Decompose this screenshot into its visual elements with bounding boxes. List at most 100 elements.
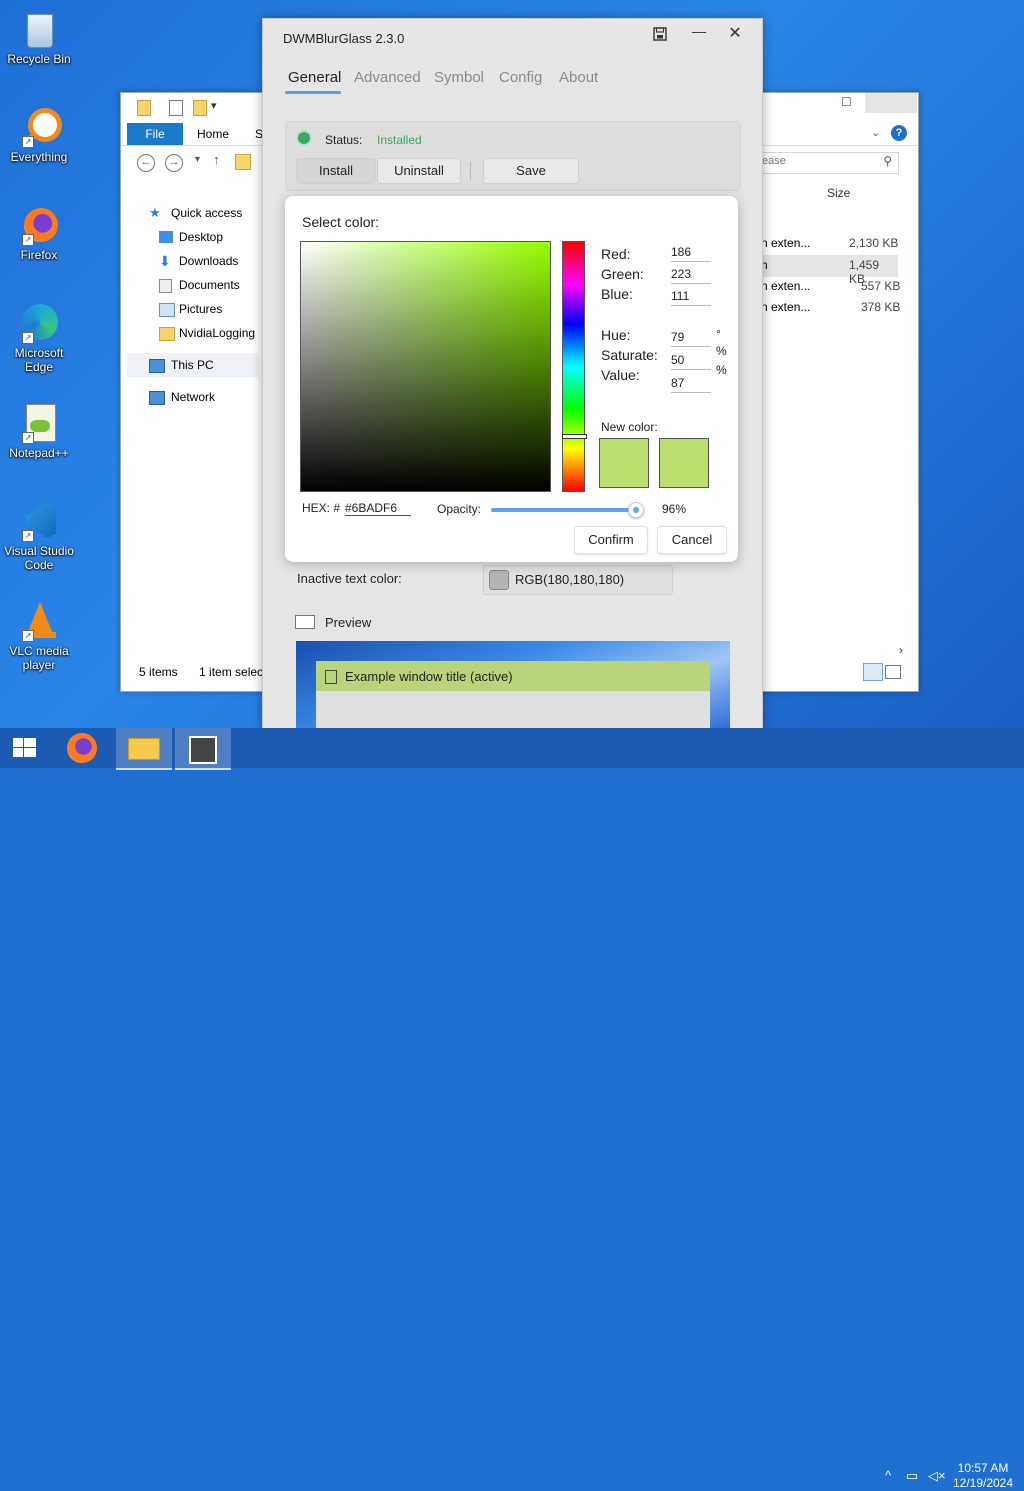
taskbar-dwmblurglass[interactable] (175, 728, 231, 770)
install-button[interactable]: Install (296, 158, 376, 184)
red-input[interactable]: 186 (671, 244, 711, 262)
ribbon-tab-file[interactable]: File (127, 123, 183, 145)
details-view-icon[interactable] (863, 663, 883, 681)
desktop-icon-vlc[interactable]: ↗ VLC media player (2, 600, 76, 672)
desktop: Recycle Bin ↗ Everything ↗ Firefox ↗ Mic… (0, 0, 1024, 732)
window-title: DWMBlurGlass 2.3.0 (283, 31, 405, 46)
back-icon[interactable]: ← (137, 154, 155, 172)
tab-symbol[interactable]: Symbol (434, 69, 484, 86)
volume-muted-icon[interactable]: ◁× (928, 1468, 946, 1484)
hue-slider[interactable] (562, 241, 585, 492)
value-label: Value: (601, 367, 640, 383)
saturate-label: Saturate: (601, 347, 658, 363)
uninstall-button[interactable]: Uninstall (377, 158, 461, 184)
confirm-button[interactable]: Confirm (574, 526, 648, 554)
navigation-pane: ★ Quick access Desktop ⬇ Downloads Docum… (127, 201, 259, 409)
clock-date: 12/19/2024 (952, 1476, 1014, 1490)
pictures-icon (159, 303, 175, 317)
desktop-icon-label: Microsoft Edge (14, 346, 64, 374)
active-tab-indicator (285, 91, 341, 94)
desktop-icon-firefox[interactable]: ↗ Firefox (2, 204, 76, 262)
window-app-icon (325, 670, 337, 684)
start-button[interactable] (0, 728, 56, 768)
value-input[interactable]: 87 (671, 375, 711, 393)
recycle-bin-icon (18, 8, 60, 50)
green-input[interactable]: 223 (671, 266, 711, 284)
recent-chevron-icon[interactable]: ▾ (195, 154, 200, 165)
desktop-icon-everything[interactable]: ↗ Everything (2, 106, 76, 164)
opacity-slider-handle[interactable] (628, 502, 644, 518)
desktop-icon-label: Notepad++ (9, 446, 69, 460)
tree-item-quick-access[interactable]: ★ Quick access (127, 201, 259, 225)
close-icon[interactable]: ✕ (725, 23, 745, 43)
large-icons-view-icon[interactable] (885, 665, 901, 679)
tree-item-nvidialogging[interactable]: NvidiaLogging (127, 321, 259, 345)
hue-label: Hue: (601, 327, 631, 343)
file-size-cell: 2,130 KB (849, 236, 899, 250)
button-divider (470, 162, 471, 180)
hex-input[interactable]: #6BADF6 (345, 501, 411, 516)
tree-item-pictures[interactable]: Pictures (127, 297, 259, 321)
desktop-icon-recycle-bin[interactable]: Recycle Bin (2, 8, 76, 66)
show-hidden-icons-chevron-icon[interactable]: ^ (880, 1468, 896, 1484)
up-icon[interactable]: ↑ (213, 152, 220, 167)
blue-label: Blue: (601, 286, 633, 302)
tree-item-documents[interactable]: Documents (127, 273, 259, 297)
hex-label: HEX: # (302, 501, 341, 515)
taskbar-firefox[interactable] (56, 728, 112, 768)
tree-item-label: Quick access (171, 206, 243, 220)
new-color-label: New color: (601, 420, 658, 434)
folder-icon (128, 738, 160, 760)
desktop-icon-vscode[interactable]: ↗ Visual Studio Code (2, 500, 76, 572)
network-icon[interactable]: ▭ (904, 1468, 920, 1484)
saturate-input[interactable]: 50 (671, 352, 711, 370)
saturation-value-area[interactable] (300, 241, 551, 492)
save-icon[interactable] (653, 27, 667, 41)
tree-item-this-pc[interactable]: This PC (127, 353, 259, 377)
ribbon-tab-home[interactable]: Home (197, 127, 229, 141)
color-picker-dialog[interactable]: Select color: Red: 186 Green: 223 Blue: … (285, 196, 738, 562)
blue-input[interactable]: 111 (671, 288, 711, 306)
minimize-icon[interactable]: — (689, 23, 709, 43)
preview-window-title: Example window title (active) (345, 669, 513, 684)
folder-icon (137, 100, 151, 116)
hue-input[interactable]: 79 (671, 329, 711, 347)
desktop-icon-edge[interactable]: ↗ Microsoft Edge (2, 302, 76, 374)
desktop-icon-notepadpp[interactable]: ↗ Notepad++ (2, 402, 76, 460)
inactive-color-value: RGB(180,180,180) (515, 572, 625, 587)
tab-config[interactable]: Config (499, 69, 542, 86)
cancel-button[interactable]: Cancel (657, 526, 727, 554)
value-unit: % (716, 363, 727, 377)
notepadpp-icon: ↗ (18, 402, 60, 444)
hue-slider-handle[interactable] (562, 434, 587, 439)
star-icon: ★ (149, 205, 161, 220)
download-arrow-icon: ⬇ (159, 253, 171, 269)
vscode-icon: ↗ (18, 500, 60, 542)
file-list-visible-part: n exten... 2,130 KB n 1,459 KB n exten..… (761, 93, 918, 691)
desktop-folder-icon (159, 231, 173, 243)
scroll-right-icon[interactable]: › (899, 643, 903, 657)
chevron-down-icon[interactable]: ▾ (211, 99, 217, 112)
tree-item-label: NvidiaLogging (179, 326, 256, 340)
status-label: Status: (325, 133, 363, 147)
tab-about[interactable]: About (559, 69, 598, 86)
clock[interactable]: 10:57 AM 12/19/2024 (952, 1461, 1014, 1491)
taskbar-file-explorer[interactable] (116, 728, 172, 770)
new-color-swatch (659, 438, 709, 488)
red-label: Red: (601, 246, 631, 262)
file-type-cell: n exten... (761, 236, 811, 250)
save-button[interactable]: Save (483, 158, 579, 184)
tab-general[interactable]: General (288, 69, 341, 86)
tree-item-network[interactable]: Network (127, 385, 259, 409)
properties-icon[interactable] (169, 100, 183, 116)
inactive-text-color-label: Inactive text color: (297, 571, 402, 586)
tree-item-label: Downloads (179, 254, 239, 268)
tree-item-desktop[interactable]: Desktop (127, 225, 259, 249)
forward-icon[interactable]: → (165, 154, 183, 172)
tree-item-downloads[interactable]: ⬇ Downloads (127, 249, 259, 273)
green-label: Green: (601, 266, 644, 282)
table-row-selected[interactable]: n 1,459 KB (761, 255, 898, 286)
new-folder-icon[interactable] (193, 100, 207, 116)
tab-advanced[interactable]: Advanced (354, 69, 421, 86)
tree-item-label: Documents (179, 278, 240, 292)
